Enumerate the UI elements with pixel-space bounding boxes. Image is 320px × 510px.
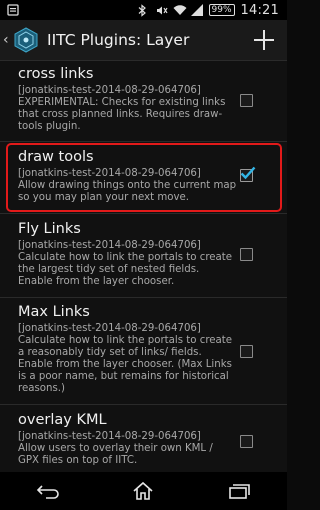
divider (0, 141, 287, 142)
battery-icon: 99% (208, 4, 235, 16)
plugin-checkbox-fly-links[interactable] (240, 248, 253, 261)
back-icon[interactable] (28, 476, 68, 506)
plugin-checkbox-max-links[interactable] (240, 345, 253, 358)
status-bar: 99% 14:21 (0, 0, 287, 20)
action-bar: ‹ IITC Plugins: Layer (0, 20, 287, 61)
divider (0, 297, 287, 298)
plugin-description: Calculate how to link the portals to cre… (18, 335, 233, 395)
chevron-left-icon[interactable]: ‹ (3, 32, 11, 48)
mute-icon (155, 4, 168, 16)
plugin-id: [jonatkins-test-2014-08-29-064706] (18, 85, 201, 96)
action-bar-title: IITC Plugins: Layer (47, 31, 190, 49)
plugin-description: Calculate how to link the portals to cre… (18, 252, 233, 288)
plugin-id: [jonatkins-test-2014-08-29-064706] (18, 240, 201, 251)
highlight-annotation (6, 143, 282, 212)
plugin-title: cross links (18, 66, 94, 82)
notification-icon (7, 4, 19, 16)
plugin-checkbox-overlay-kml[interactable] (240, 435, 253, 448)
navigation-bar (0, 472, 287, 510)
plugin-description: Allow users to overlay their own KML / G… (18, 443, 213, 467)
add-button[interactable] (251, 27, 277, 53)
wifi-icon (173, 4, 187, 16)
plugin-id: [jonatkins-test-2014-08-29-064706] (18, 323, 201, 334)
home-icon[interactable] (123, 476, 163, 506)
bluetooth-icon (137, 4, 149, 17)
signal-icon (190, 4, 203, 16)
status-time: 14:21 (240, 2, 279, 18)
plugin-title: overlay KML (18, 412, 107, 428)
divider (0, 404, 287, 405)
plugin-title: Max Links (18, 304, 90, 320)
iitc-app-icon[interactable] (12, 26, 40, 54)
plugin-checkbox-cross-links[interactable] (240, 94, 253, 107)
plugin-description: EXPERIMENTAL: Checks for existing links … (18, 97, 226, 133)
plugin-title: Fly Links (18, 221, 81, 237)
recent-apps-icon[interactable] (219, 476, 259, 506)
plugin-id: [jonatkins-test-2014-08-29-064706] (18, 431, 201, 442)
plugin-list[interactable]: cross links [jonatkins-test-2014-08-29-0… (0, 61, 287, 472)
divider (0, 213, 287, 214)
